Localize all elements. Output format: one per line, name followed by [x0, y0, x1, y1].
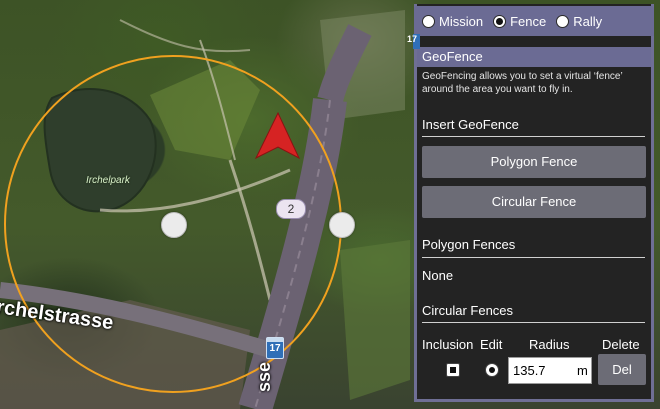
- insert-geofence-heading: Insert GeoFence: [422, 117, 519, 132]
- mission-radio-icon[interactable]: [422, 14, 435, 28]
- vehicle-arrow[interactable]: [254, 111, 301, 160]
- vehicle-badge[interactable]: 2: [276, 199, 306, 219]
- delete-fence-button[interactable]: Del: [598, 354, 646, 385]
- mode-mission[interactable]: Mission: [422, 14, 483, 29]
- polygon-fences-heading: Polygon Fences: [422, 237, 516, 252]
- fence-center-handle[interactable]: [161, 212, 187, 238]
- radius-unit: m: [577, 363, 588, 378]
- street-name-vertical-label: sse: [254, 361, 274, 392]
- geofence-description: GeoFencing allows you to set a virtual ‘…: [422, 71, 623, 95]
- edit-radio[interactable]: [485, 363, 499, 377]
- col-delete: Delete: [602, 337, 640, 352]
- col-radius: Radius: [529, 337, 570, 352]
- footpath: [119, 19, 251, 53]
- park-label: Irchelpark: [86, 175, 130, 186]
- pond: [43, 88, 157, 213]
- mode-rally-label: Rally: [573, 13, 603, 29]
- field-east: [340, 240, 410, 400]
- mode-fence[interactable]: Fence: [493, 14, 546, 29]
- fence-radius-handle[interactable]: [329, 212, 355, 238]
- mode-fence-label: Fence: [510, 13, 547, 29]
- plan-mode-selector: Mission Fence Rally: [414, 6, 654, 36]
- panel-edge-tab: 17: [407, 34, 420, 49]
- inclusion-checkbox[interactable]: [446, 363, 460, 377]
- fence-radio-icon[interactable]: [493, 14, 507, 28]
- geofence-panel: GeoFence GeoFencing allows you to set a …: [414, 4, 654, 402]
- divider: [422, 322, 645, 323]
- route-17-shield: 17: [266, 337, 284, 359]
- mode-rally[interactable]: Rally: [556, 14, 602, 29]
- radius-field[interactable]: m: [508, 357, 592, 384]
- rally-radio-icon[interactable]: [556, 14, 570, 28]
- divider: [422, 136, 645, 137]
- circular-fences-heading: Circular Fences: [422, 303, 514, 318]
- geofence-header: GeoFence: [417, 47, 651, 67]
- col-edit: Edit: [480, 337, 503, 352]
- mode-mission-label: Mission: [439, 13, 484, 29]
- col-inclusion: Inclusion: [422, 337, 474, 352]
- polygon-fence-button[interactable]: Polygon Fence: [422, 146, 646, 178]
- divider: [422, 257, 645, 258]
- route-17-shield-top: 17: [407, 34, 418, 44]
- meadow: [150, 60, 260, 160]
- circular-fence-button[interactable]: Circular Fence: [422, 186, 646, 218]
- polygon-fences-empty: None: [422, 268, 454, 283]
- radius-input[interactable]: [509, 362, 573, 379]
